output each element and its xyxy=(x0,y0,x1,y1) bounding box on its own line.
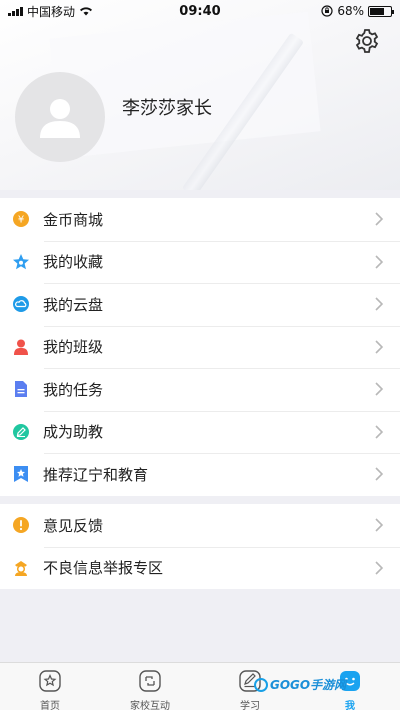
tab-label: 学习 xyxy=(240,701,260,710)
menu-item-report[interactable]: 不良信息举报专区 xyxy=(0,546,400,590)
tab-label: 我 xyxy=(345,701,355,710)
chevron-right-icon xyxy=(375,518,384,532)
battery-icon xyxy=(368,5,394,17)
menu-item-feedback[interactable]: 意见反馈 xyxy=(0,504,400,547)
menu-item-my-class[interactable]: 我的班级 xyxy=(0,325,400,369)
carrier-label: 中国移动 xyxy=(27,4,76,19)
chevron-right-icon xyxy=(375,467,384,481)
pencil-icon xyxy=(12,423,30,441)
chevron-right-icon xyxy=(375,212,384,226)
chevron-right-icon xyxy=(375,560,384,575)
menu-label: 金币商城 xyxy=(43,210,104,229)
cloud-icon xyxy=(12,295,30,313)
menu-item-my-tasks[interactable]: 我的任务 xyxy=(0,368,400,411)
watermark: GOGO手游网 xyxy=(254,676,346,693)
menu-label: 不良信息举报专区 xyxy=(43,559,164,578)
menu-label: 我的班级 xyxy=(43,338,104,357)
menu-item-favorites[interactable]: 我的收藏 xyxy=(0,240,400,284)
rotation-lock-icon xyxy=(321,5,333,17)
chevron-right-icon xyxy=(375,297,384,311)
menu-label: 我的任务 xyxy=(43,380,104,399)
home-icon xyxy=(38,669,62,693)
menu-label: 我的收藏 xyxy=(43,253,104,272)
star-icon xyxy=(12,253,30,271)
battery-percent: 68% xyxy=(337,4,364,18)
menu-section-main: ¥ 金币商城 我的收藏 我的云盘 我的班级 我的任务 成为助教 推荐辽宁和教育 xyxy=(0,198,400,496)
status-bar: 中国移动 09:40 68% xyxy=(0,0,400,22)
chevron-right-icon xyxy=(375,339,384,354)
tab-label: 家校互动 xyxy=(130,701,170,710)
interaction-icon xyxy=(138,669,162,693)
tab-interaction[interactable]: 家校互动 xyxy=(100,663,200,710)
menu-section-support: 意见反馈 不良信息举报专区 xyxy=(0,504,400,589)
menu-item-recommend[interactable]: 推荐辽宁和教育 xyxy=(0,453,400,496)
tab-label: 首页 xyxy=(40,701,60,710)
chevron-right-icon xyxy=(375,254,384,269)
class-icon xyxy=(12,338,30,356)
menu-label: 推荐辽宁和教育 xyxy=(43,465,149,484)
user-placeholder-icon xyxy=(40,99,80,138)
avatar[interactable] xyxy=(15,72,105,162)
report-icon xyxy=(12,559,30,577)
watermark-logo-icon xyxy=(254,677,268,692)
task-icon xyxy=(12,380,30,398)
username[interactable]: 李莎莎家长 xyxy=(122,94,212,120)
svg-text:¥: ¥ xyxy=(18,215,24,226)
gear-icon[interactable] xyxy=(354,28,380,54)
menu-label: 我的云盘 xyxy=(43,295,104,314)
watermark-text: GOGO手游网 xyxy=(270,678,347,692)
tab-home[interactable]: 首页 xyxy=(0,663,100,710)
menu-label: 意见反馈 xyxy=(43,516,104,535)
chevron-right-icon xyxy=(375,382,384,396)
menu-item-coin-mall[interactable]: ¥ 金币商城 xyxy=(0,198,400,241)
signal-icon xyxy=(8,6,23,16)
menu-label: 成为助教 xyxy=(43,423,104,442)
recommend-icon xyxy=(12,465,30,483)
wifi-icon xyxy=(80,7,93,16)
feedback-icon xyxy=(12,516,30,534)
menu-item-cloud-drive[interactable]: 我的云盘 xyxy=(0,283,400,326)
coin-icon: ¥ xyxy=(12,210,30,228)
menu-item-become-assistant[interactable]: 成为助教 xyxy=(0,410,400,454)
chevron-right-icon xyxy=(375,424,384,439)
